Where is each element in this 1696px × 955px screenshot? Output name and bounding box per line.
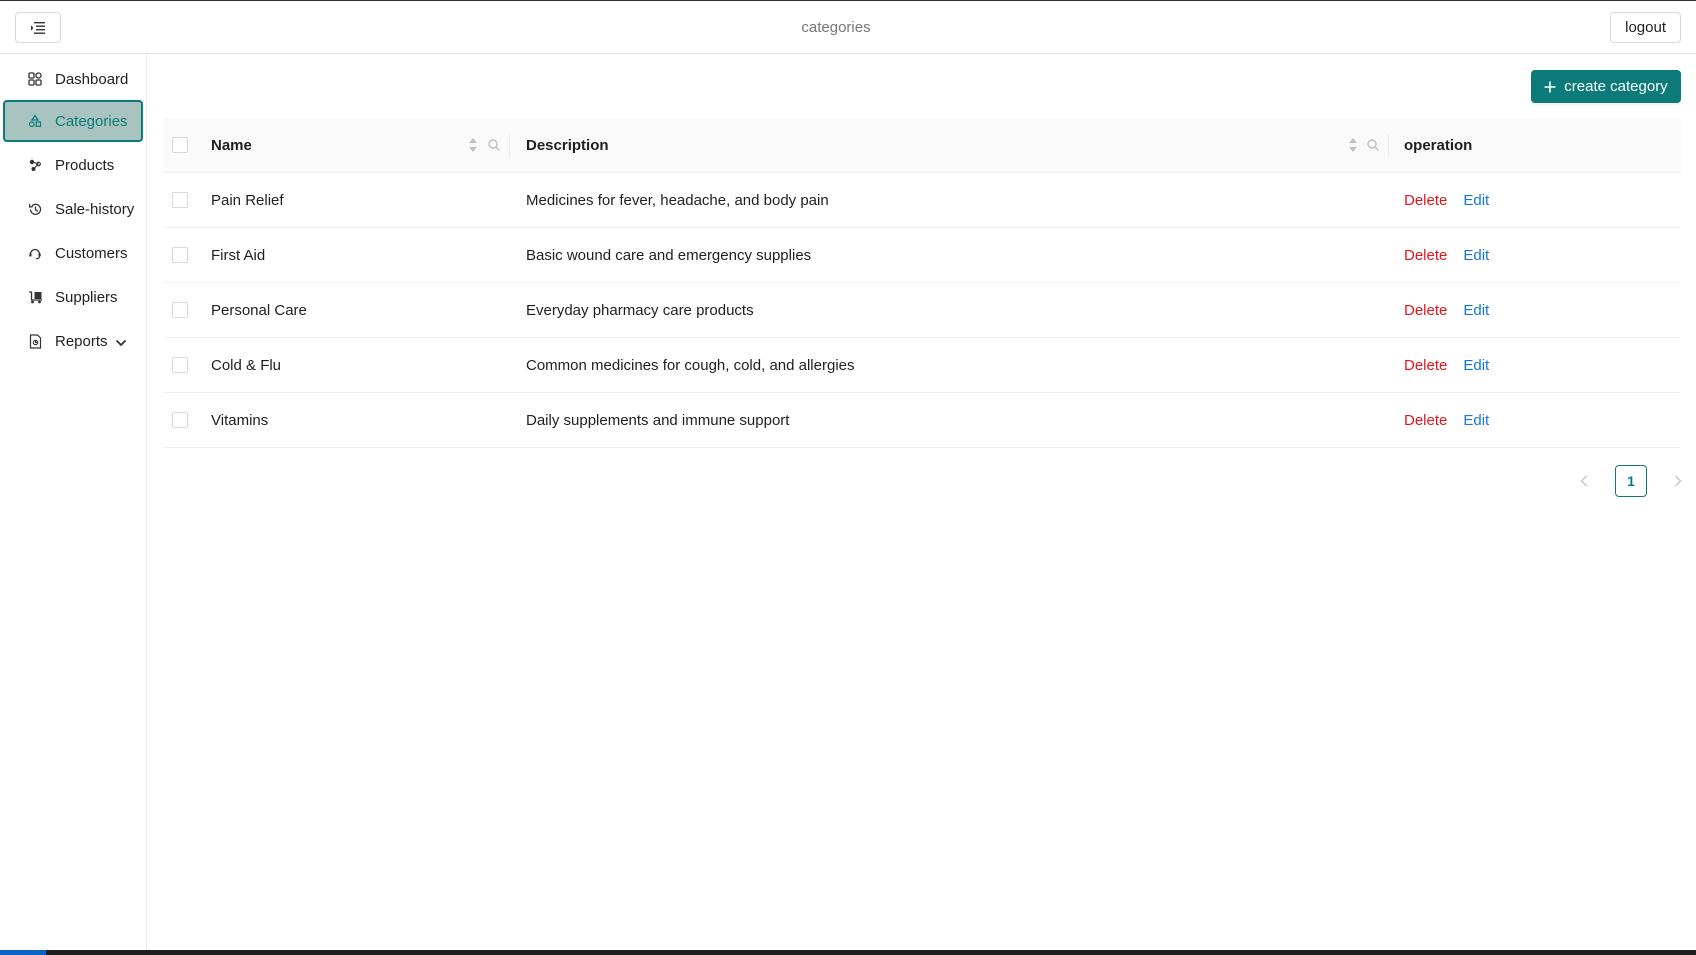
- plus-icon: [1544, 81, 1556, 92]
- products-icon: [27, 157, 43, 173]
- row-checkbox[interactable]: [172, 412, 188, 428]
- category-name: Vitamins: [211, 412, 269, 429]
- sidebar-item-reports[interactable]: Reports: [3, 320, 143, 362]
- sort-icon[interactable]: [467, 136, 479, 154]
- top-header: categories logout: [0, 0, 1696, 54]
- customers-icon: [27, 245, 43, 261]
- column-header-description[interactable]: Description: [526, 118, 1326, 173]
- page-number-button[interactable]: 1: [1615, 465, 1647, 497]
- search-icon[interactable]: [1366, 138, 1380, 152]
- sidebar-item-label: Customers: [55, 244, 128, 262]
- sidebar: Dashboard Categories Products Sale-histo…: [0, 54, 147, 950]
- column-header-name[interactable]: Name: [211, 118, 501, 173]
- column-divider: [509, 134, 510, 156]
- sidebar-item-label: Dashboard: [55, 70, 129, 88]
- sidebar-item-customers[interactable]: Customers: [3, 232, 143, 274]
- delete-button[interactable]: Delete: [1404, 412, 1447, 429]
- column-divider: [1388, 134, 1389, 156]
- prev-page-button[interactable]: [1568, 465, 1600, 497]
- category-description: Daily supplements and immune support: [526, 412, 790, 429]
- sidebar-item-sale-history[interactable]: Sale-history: [3, 188, 143, 230]
- category-description: Medicines for fever, headache, and body …: [526, 192, 829, 209]
- category-description: Common medicines for cough, cold, and al…: [526, 357, 855, 374]
- sidebar-item-label: Suppliers: [55, 288, 118, 306]
- row-checkbox[interactable]: [172, 357, 188, 373]
- page-title: categories: [801, 19, 871, 36]
- edit-button[interactable]: Edit: [1463, 192, 1489, 209]
- table-row: First Aid Basic wound care and emergency…: [163, 228, 1681, 283]
- taskbar-accent: [0, 950, 46, 955]
- row-operations: Delete Edit: [1404, 283, 1664, 338]
- sidebar-item-label: Categories: [55, 112, 128, 130]
- category-name: Pain Relief: [211, 192, 284, 209]
- row-checkbox[interactable]: [172, 247, 188, 263]
- suppliers-icon: [27, 289, 43, 305]
- edit-button[interactable]: Edit: [1463, 357, 1489, 374]
- category-name: Cold & Flu: [211, 357, 282, 374]
- create-category-button[interactable]: create category: [1531, 70, 1681, 103]
- row-checkbox[interactable]: [172, 192, 188, 208]
- table-row: Cold & Flu Common medicines for cough, c…: [163, 338, 1681, 393]
- categories-icon: [27, 113, 43, 129]
- edit-button[interactable]: Edit: [1463, 247, 1489, 264]
- category-name: First Aid: [211, 247, 266, 264]
- column-header-operation: operation: [1404, 137, 1473, 154]
- sidebar-item-products[interactable]: Products: [3, 144, 143, 186]
- sidebar-item-label: Products: [55, 156, 115, 174]
- row-checkbox[interactable]: [172, 302, 188, 318]
- table-row: Vitamins Daily supplements and immune su…: [163, 393, 1681, 448]
- select-all-checkbox[interactable]: [172, 137, 188, 153]
- category-description: Basic wound care and emergency supplies: [526, 247, 812, 264]
- bottom-taskbar-strip: [0, 950, 1696, 955]
- categories-table: Name Description operation Pain Relief M…: [163, 118, 1681, 448]
- next-page-button[interactable]: [1662, 465, 1694, 497]
- table-header: Name Description operation: [163, 118, 1681, 173]
- sidebar-item-categories[interactable]: Categories: [3, 100, 143, 142]
- sidebar-item-suppliers[interactable]: Suppliers: [3, 276, 143, 318]
- search-icon[interactable]: [487, 138, 501, 152]
- sidebar-item-label: Reports: [55, 332, 108, 350]
- delete-button[interactable]: Delete: [1404, 357, 1447, 374]
- table-row: Personal Care Everyday pharmacy care pro…: [163, 283, 1681, 338]
- dashboard-icon: [27, 71, 43, 87]
- chevron-down-icon: [115, 334, 127, 351]
- row-operations: Delete Edit: [1404, 228, 1664, 283]
- category-name: Personal Care: [211, 302, 307, 319]
- logout-button[interactable]: logout: [1610, 12, 1681, 43]
- pagination: 1: [1568, 465, 1694, 497]
- row-operations: Delete Edit: [1404, 173, 1664, 228]
- history-icon: [27, 201, 43, 217]
- delete-button[interactable]: Delete: [1404, 192, 1447, 209]
- delete-button[interactable]: Delete: [1404, 302, 1447, 319]
- row-operations: Delete Edit: [1404, 393, 1664, 448]
- reports-icon: [27, 333, 43, 349]
- chevron-left-icon: [1580, 475, 1587, 487]
- edit-button[interactable]: Edit: [1463, 412, 1489, 429]
- row-operations: Delete Edit: [1404, 338, 1664, 393]
- delete-button[interactable]: Delete: [1404, 247, 1447, 264]
- edit-button[interactable]: Edit: [1463, 302, 1489, 319]
- sidebar-item-label: Sale-history: [55, 200, 135, 218]
- sidebar-item-dashboard[interactable]: Dashboard: [3, 58, 143, 100]
- category-description: Everyday pharmacy care products: [526, 302, 754, 319]
- create-category-label: create category: [1564, 78, 1668, 95]
- chevron-right-icon: [1675, 475, 1682, 487]
- sort-icon[interactable]: [1347, 136, 1359, 154]
- table-row: Pain Relief Medicines for fever, headach…: [163, 173, 1681, 228]
